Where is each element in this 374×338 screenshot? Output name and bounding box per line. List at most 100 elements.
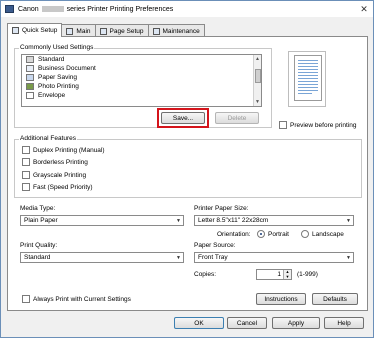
copies-range: (1-999) xyxy=(297,271,318,278)
commonly-used-list[interactable]: Standard Business Document Paper Saving … xyxy=(21,54,262,107)
checkbox-box[interactable] xyxy=(22,183,30,191)
list-item-label: Business Document xyxy=(38,65,96,72)
copies-spinner[interactable]: 1 ▲ ▼ xyxy=(256,269,292,280)
media-type-select[interactable]: Plain Paper ▼ xyxy=(20,215,184,226)
list-item[interactable]: Photo Printing xyxy=(22,82,261,91)
radio-dot[interactable] xyxy=(301,230,309,238)
title-prefix: Canon xyxy=(18,5,39,13)
preview-line xyxy=(298,90,318,91)
tab-label: Page Setup xyxy=(109,27,144,35)
paper-source-select[interactable]: Front Tray ▼ xyxy=(194,252,354,263)
list-item[interactable]: Standard xyxy=(22,55,261,64)
preview-line xyxy=(298,84,318,85)
instructions-button[interactable]: Instructions xyxy=(256,293,306,305)
media-type-value: Plain Paper xyxy=(24,217,58,224)
list-item-label: Envelope xyxy=(38,92,66,99)
tab-label: Maintenance xyxy=(162,27,200,35)
quick-setup-icon xyxy=(12,27,19,34)
grayscale-checkbox[interactable]: Grayscale Printing xyxy=(22,171,86,179)
envelope-icon xyxy=(26,92,34,99)
preview-line xyxy=(298,72,318,73)
delete-button[interactable]: Delete xyxy=(215,112,259,124)
commonly-used-label: Commonly Used Settings xyxy=(19,44,95,51)
additional-features-label: Additional Features xyxy=(19,135,78,142)
printer-icon xyxy=(5,5,14,13)
copies-value: 1 xyxy=(277,271,281,278)
photo-icon xyxy=(26,83,34,90)
scroll-thumb[interactable] xyxy=(255,69,261,83)
chevron-down-icon: ▼ xyxy=(346,218,351,224)
copies-label: Copies: xyxy=(194,271,217,278)
preview-line xyxy=(298,60,318,61)
paper-saving-icon xyxy=(26,74,34,81)
duplex-checkbox[interactable]: Duplex Printing (Manual) xyxy=(22,146,105,154)
checkbox-box[interactable] xyxy=(22,295,30,303)
title-suffix: series Printer Printing Preferences xyxy=(66,5,174,13)
paper-size-value: Letter 8.5"x11" 22x28cm xyxy=(198,217,269,224)
main-icon xyxy=(66,27,74,35)
preview-line xyxy=(298,69,318,70)
checkbox-box[interactable] xyxy=(22,158,30,166)
list-item[interactable]: Envelope xyxy=(22,91,261,100)
preview-line xyxy=(298,78,318,79)
chevron-down-icon: ▼ xyxy=(176,255,181,261)
list-item[interactable]: Business Document xyxy=(22,64,261,73)
window-title: Canon series Printer Printing Preferences xyxy=(18,6,173,13)
fast-checkbox[interactable]: Fast (Speed Priority) xyxy=(22,183,93,191)
checkbox-label: Duplex Printing (Manual) xyxy=(33,146,105,154)
tab-quick-setup[interactable]: Quick Setup xyxy=(7,23,63,37)
tab-label: Quick Setup xyxy=(22,27,58,34)
preview-checkbox[interactable]: Preview before printing xyxy=(279,121,356,129)
preview-line xyxy=(298,87,318,88)
always-print-label: Always Print with Current Settings xyxy=(33,295,131,303)
printer-preferences-window: Canon series Printer Printing Preferences… xyxy=(0,0,374,338)
preview-line xyxy=(298,81,318,82)
paper-size-select[interactable]: Letter 8.5"x11" 22x28cm ▼ xyxy=(194,215,354,226)
preview-line xyxy=(298,63,318,64)
paper-source-label: Paper Source: xyxy=(194,242,236,249)
page-setup-icon xyxy=(99,27,107,35)
tab-bar: Quick Setup Main Page Setup Maintenance xyxy=(7,23,205,37)
landscape-radio[interactable]: Landscape xyxy=(301,230,344,238)
chevron-down-icon: ▼ xyxy=(346,255,351,261)
list-item[interactable]: Paper Saving xyxy=(22,73,261,82)
apply-button[interactable]: Apply xyxy=(272,317,320,329)
scroll-down-icon[interactable]: ▼ xyxy=(254,98,261,106)
checkbox-label: Borderless Printing xyxy=(33,158,88,166)
preview-label: Preview before printing xyxy=(290,121,357,129)
defaults-button[interactable]: Defaults xyxy=(312,293,358,305)
checkbox-label: Grayscale Printing xyxy=(33,171,87,179)
orientation-label: Orientation: xyxy=(217,231,251,238)
borderless-checkbox[interactable]: Borderless Printing xyxy=(22,158,88,166)
paper-size-label: Printer Paper Size: xyxy=(194,205,249,212)
document-icon xyxy=(26,65,34,72)
cancel-button[interactable]: Cancel xyxy=(227,317,267,329)
spinner-arrows-icon[interactable]: ▲ ▼ xyxy=(283,269,291,279)
print-quality-select[interactable]: Standard ▼ xyxy=(20,252,184,263)
portrait-radio[interactable]: Portrait xyxy=(257,230,289,238)
ok-button[interactable]: OK xyxy=(174,317,224,329)
preview-line xyxy=(298,93,312,94)
preview-page xyxy=(294,55,322,101)
paper-source-value: Front Tray xyxy=(198,254,228,261)
radio-label: Landscape xyxy=(312,230,344,238)
checkbox-box[interactable] xyxy=(22,146,30,154)
standard-icon xyxy=(26,56,34,63)
close-icon[interactable]: ✕ xyxy=(359,4,369,14)
checkbox-label: Fast (Speed Priority) xyxy=(33,183,93,191)
checkbox-box[interactable] xyxy=(22,171,30,179)
redacted-model xyxy=(41,5,64,12)
checkbox-box[interactable] xyxy=(279,121,287,129)
list-scrollbar[interactable]: ▲ ▼ xyxy=(253,55,261,106)
media-type-label: Media Type: xyxy=(20,205,56,212)
scroll-up-icon[interactable]: ▲ xyxy=(254,55,261,63)
print-quality-label: Print Quality: xyxy=(20,242,58,249)
page-preview xyxy=(288,51,326,107)
save-button-highlight xyxy=(157,108,209,128)
radio-label: Portrait xyxy=(268,230,289,238)
list-item-label: Paper Saving xyxy=(38,74,78,81)
print-quality-value: Standard xyxy=(24,254,51,261)
help-button[interactable]: Help xyxy=(324,317,364,329)
radio-dot[interactable] xyxy=(257,230,265,238)
always-print-checkbox[interactable]: Always Print with Current Settings xyxy=(22,295,131,303)
